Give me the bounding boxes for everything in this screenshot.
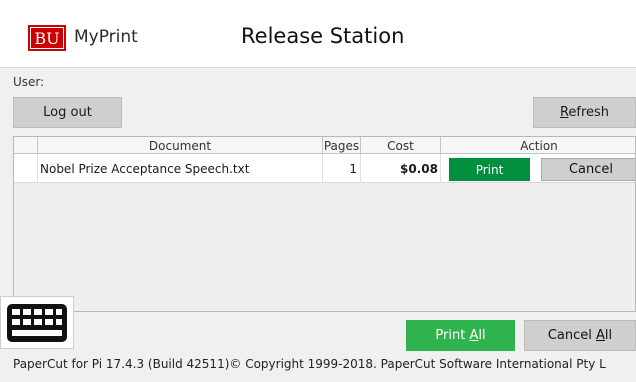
user-label: User: — [13, 75, 45, 89]
pages-cell: 1 — [323, 154, 361, 183]
cancel-job-button-label: Cancel — [568, 162, 614, 177]
print-all-button-label: Print All — [435, 328, 486, 343]
header-bar: BU MyPrint Release Station — [0, 0, 636, 68]
cancel-all-button[interactable]: Cancel All — [524, 320, 636, 351]
refresh-button[interactable]: Refresh — [533, 97, 636, 128]
column-header-document: Document — [38, 137, 323, 154]
print-job-button-label: Print — [475, 162, 504, 177]
column-header-select — [14, 137, 38, 154]
logout-button[interactable]: Log out — [13, 97, 122, 128]
column-header-cost: Cost — [361, 137, 441, 154]
keyboard-button[interactable] — [0, 296, 74, 349]
logout-button-label: Log out — [43, 105, 92, 120]
bu-logo: BU — [28, 25, 66, 51]
cancel-job-button[interactable]: Cancel — [541, 158, 635, 181]
table-header: Document Pages Cost Action — [14, 137, 635, 154]
refresh-button-label: Refresh — [559, 105, 610, 120]
document-cell: Nobel Prize Acceptance Speech.txt — [38, 154, 323, 183]
page-title: Release Station — [241, 24, 405, 48]
brand-name: MyPrint — [74, 27, 138, 47]
footer-copyright: PaperCut for Pi 17.4.3 (Build 42511)© Co… — [13, 357, 606, 371]
table-row[interactable]: Nobel Prize Acceptance Speech.txt 1 $0.0… — [14, 154, 635, 183]
bu-logo-text: BU — [34, 28, 60, 48]
column-header-pages: Pages — [323, 137, 361, 154]
cost-cell: $0.08 — [361, 154, 441, 183]
row-select-cell — [14, 154, 38, 183]
cancel-all-button-label: Cancel All — [547, 328, 613, 343]
job-table: Document Pages Cost Action Nobel Prize A… — [13, 136, 636, 312]
column-header-action: Action — [520, 138, 558, 153]
print-all-button[interactable]: Print All — [406, 320, 515, 351]
keyboard-icon — [7, 303, 67, 342]
print-job-button[interactable]: Print — [449, 158, 530, 181]
